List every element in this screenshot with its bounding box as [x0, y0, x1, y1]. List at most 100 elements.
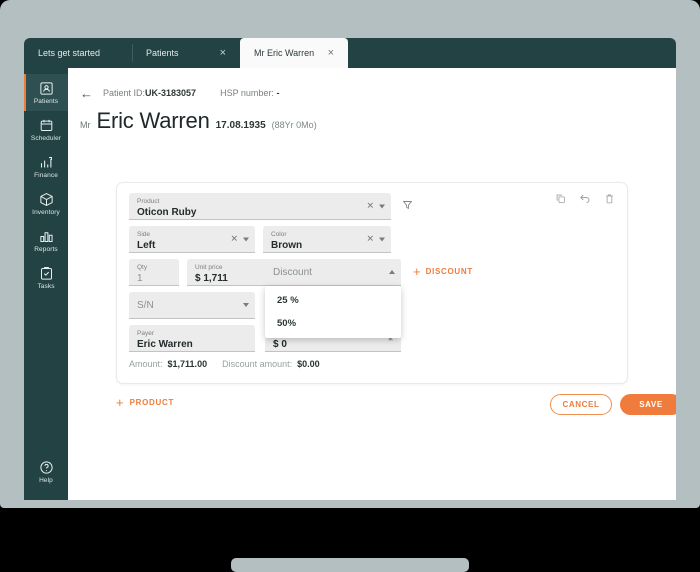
add-product-label: PRODUCT — [129, 398, 175, 407]
tab-bar: Lets get started Patients × Mr Eric Warr… — [24, 38, 676, 68]
sidebar-item-reports[interactable]: Reports — [24, 222, 68, 259]
filter-icon[interactable] — [402, 198, 413, 216]
sidebar-item-help[interactable]: Help — [24, 453, 68, 490]
discount-option-50[interactable]: 50% — [265, 312, 401, 335]
sidebar-item-tasks[interactable]: Tasks — [24, 259, 68, 296]
sidebar-item-label: Tasks — [37, 283, 55, 290]
reports-icon — [39, 229, 54, 244]
calendar-icon — [39, 118, 54, 133]
chevron-up-icon[interactable] — [389, 270, 395, 274]
age-text: (88Yr 0Mo) — [271, 120, 317, 130]
date-of-birth: 17.08.1935 — [215, 120, 266, 131]
back-arrow-icon[interactable]: ← — [80, 87, 93, 100]
cancel-button[interactable]: CANCEL — [550, 394, 612, 415]
totals-row: Amount: $1,711.00 Discount amount: $0.00 — [129, 359, 330, 369]
qty-field[interactable]: Qty 1 — [129, 259, 179, 286]
salutation: Mr — [80, 120, 91, 130]
product-field[interactable]: Product Oticon Ruby ✕ — [129, 193, 391, 220]
sidebar-item-finance[interactable]: Finance — [24, 148, 68, 185]
discount-select[interactable]: Discount — [265, 259, 401, 286]
save-button[interactable]: SAVE — [620, 394, 676, 415]
device-stand — [231, 558, 469, 572]
serial-number-field[interactable]: S/N — [129, 292, 255, 319]
add-product-button[interactable]: + PRODUCT — [116, 396, 174, 409]
hsp-number: HSP number: - — [220, 88, 279, 98]
plus-icon: + — [116, 395, 124, 410]
field-controls: ✕ — [366, 201, 385, 211]
field-label: Unit price — [195, 264, 223, 271]
payer-field[interactable]: Payer Eric Warren — [129, 325, 255, 352]
close-icon[interactable]: × — [328, 47, 334, 59]
page-title: Eric Warren — [96, 108, 210, 133]
discount-dropdown-menu: 25 % 50% — [265, 286, 401, 338]
tab-label: Mr Eric Warren — [254, 48, 315, 58]
patients-icon — [39, 81, 54, 96]
discount-total-label: Discount amount: — [222, 359, 293, 369]
patient-id-caption: Patient ID: — [103, 88, 146, 98]
field-label: Qty — [137, 264, 148, 271]
field-controls: ✕ — [366, 234, 385, 244]
field-controls: ✕ — [230, 234, 249, 244]
clear-icon[interactable]: ✕ — [230, 234, 238, 244]
amount-total-label: Amount: — [129, 359, 163, 369]
field-value: $ 0 — [273, 339, 287, 350]
tab-lets-get-started[interactable]: Lets get started — [24, 38, 132, 68]
field-controls — [389, 270, 395, 274]
plus-icon: + — [413, 264, 421, 279]
tasks-icon — [39, 266, 54, 281]
sidebar-item-label: Help — [39, 477, 53, 484]
card-action-bar — [555, 192, 615, 204]
discount-option-25[interactable]: 25 % — [265, 289, 401, 312]
field-value: Oticon Ruby — [137, 207, 197, 218]
side-field[interactable]: Side Left ✕ — [129, 226, 255, 253]
field-value: Eric Warren — [137, 339, 193, 350]
tab-label: Lets get started — [38, 48, 101, 58]
field-value: S/N — [137, 300, 154, 311]
sidebar-item-label: Reports — [34, 246, 58, 253]
sidebar-item-label: Patients — [33, 98, 59, 105]
chevron-down-icon[interactable] — [243, 237, 249, 241]
field-value: Discount — [273, 267, 312, 278]
inventory-icon — [39, 192, 54, 207]
hsp-caption: HSP number: — [220, 88, 277, 98]
clear-icon[interactable]: ✕ — [366, 201, 374, 211]
finance-icon — [39, 155, 54, 170]
sidebar-item-label: Inventory — [32, 209, 60, 216]
clear-icon[interactable]: ✕ — [366, 234, 374, 244]
sidebar-item-label: Finance — [34, 172, 58, 179]
copy-icon[interactable] — [555, 193, 566, 204]
discount-total-value: $0.00 — [297, 359, 320, 369]
sidebar-item-patients[interactable]: Patients — [24, 74, 68, 111]
sidebar-item-inventory[interactable]: Inventory — [24, 185, 68, 222]
sidebar: Patients Scheduler Finance Inventory Rep… — [24, 68, 68, 500]
amount-total-value: $1,711.00 — [167, 359, 208, 369]
delete-icon[interactable] — [604, 193, 615, 204]
close-icon[interactable]: × — [220, 47, 226, 59]
patient-header-bar: ← Patient ID:UK-3183057 HSP number: - — [68, 80, 676, 106]
patient-name-row: Mr Eric Warren 17.08.1935 (88Yr 0Mo) — [68, 108, 676, 134]
content-area: ← Patient ID:UK-3183057 HSP number: - Mr… — [68, 68, 676, 500]
field-label: Payer — [137, 330, 154, 337]
tab-mr-eric-warren[interactable]: Mr Eric Warren × — [240, 38, 348, 68]
color-field[interactable]: Color Brown ✕ — [263, 226, 391, 253]
chevron-down-icon[interactable] — [379, 204, 385, 208]
chevron-down-icon[interactable] — [379, 237, 385, 241]
patient-id: Patient ID:UK-3183057 — [103, 88, 196, 98]
field-value: 1 — [137, 273, 143, 284]
add-discount-label: DISCOUNT — [425, 267, 473, 276]
tab-patients[interactable]: Patients × — [132, 38, 240, 68]
help-icon — [39, 460, 54, 475]
tab-label: Patients — [146, 48, 179, 58]
field-controls — [243, 303, 249, 307]
app-window: Lets get started Patients × Mr Eric Warr… — [24, 38, 676, 500]
hsp-value: - — [276, 88, 280, 98]
chevron-down-icon[interactable] — [243, 303, 249, 307]
sidebar-item-label: Scheduler — [30, 135, 62, 142]
add-discount-button[interactable]: + DISCOUNT — [413, 265, 473, 278]
product-card: Product Oticon Ruby ✕ Side Left ✕ Color … — [116, 182, 628, 384]
field-value: $ 1,711 — [195, 273, 228, 284]
sidebar-item-scheduler[interactable]: Scheduler — [24, 111, 68, 148]
patient-id-value: UK-3183057 — [145, 88, 197, 98]
undo-icon[interactable] — [579, 192, 591, 204]
field-label: Product — [137, 198, 160, 205]
